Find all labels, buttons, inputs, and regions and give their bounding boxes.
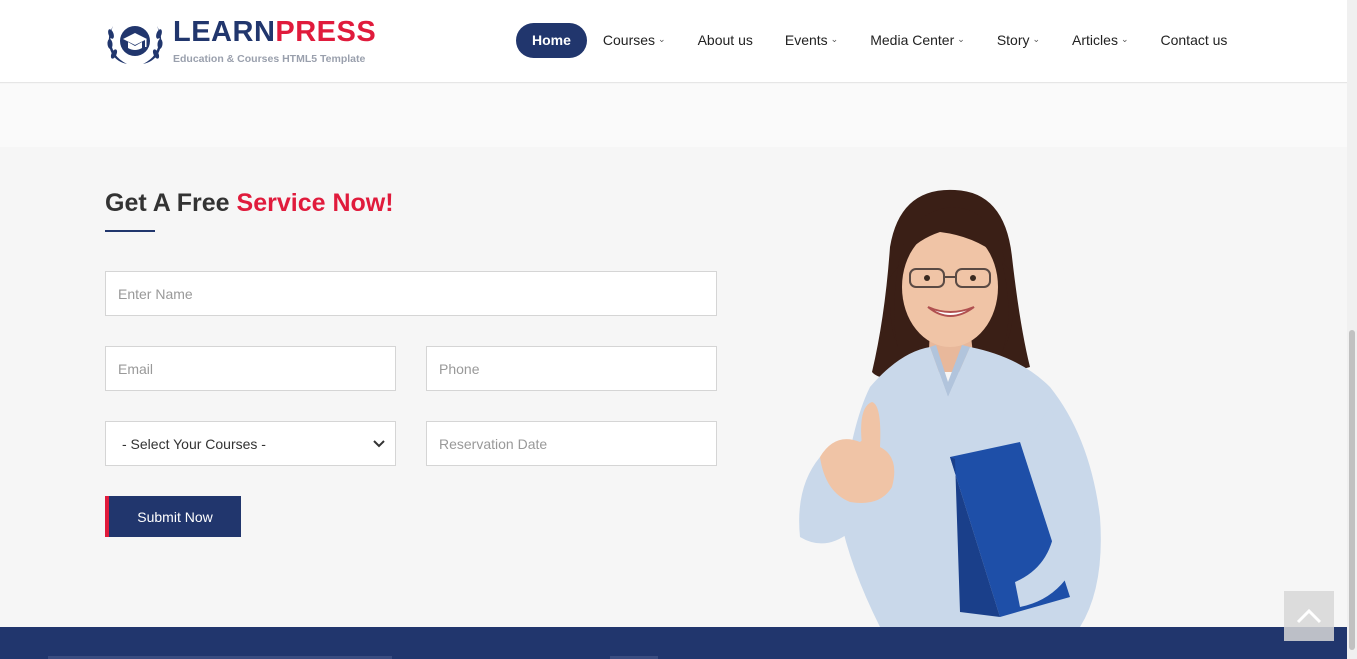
email-input[interactable] [105, 346, 396, 391]
reservation-date-input[interactable] [426, 421, 717, 466]
heading-underline [105, 230, 155, 232]
student-photo [799, 189, 1101, 627]
chevron-down-icon: ⌄ [1120, 34, 1129, 44]
nav-item-media-center[interactable]: Media Center ⌄ [854, 23, 981, 58]
chevron-down-icon: ⌄ [830, 34, 839, 44]
brand-name: LEARNPRESS [173, 15, 377, 48]
chevron-down-icon: ⌄ [658, 34, 666, 44]
graduation-cap-laurel-icon [107, 26, 163, 64]
submit-button-label: Submit Now [137, 508, 213, 525]
nav-item-label: Articles [1072, 32, 1118, 48]
nav-item-label: Home [532, 32, 571, 48]
nav-item-courses[interactable]: Courses ⌄ [587, 23, 682, 58]
main-nav: Home Courses ⌄ About us Events ⌄ Media Cen… [516, 23, 1243, 58]
heading-text: Get A Free [105, 189, 230, 217]
section-heading: Get A Free Service Now! [105, 189, 394, 218]
nav-item-home[interactable]: Home [516, 23, 587, 58]
nav-item-contact-us[interactable]: Contact us [1145, 23, 1244, 58]
brand-tagline: Education & Courses HTML5 Template [173, 52, 366, 65]
page-scrollbar[interactable] [1347, 0, 1357, 659]
nav-item-events[interactable]: Events ⌄ [769, 23, 854, 58]
chevron-up-icon [1296, 608, 1322, 624]
chevron-down-icon: ⌄ [957, 34, 965, 44]
submit-button[interactable]: Submit Now [105, 496, 241, 537]
nav-item-label: About us [697, 32, 753, 48]
site-header: LEARNPRESS Education & Courses HTML5 Tem… [0, 0, 1347, 83]
footer-band [0, 627, 1347, 659]
nav-item-label: Media Center [870, 32, 955, 48]
free-service-section: Get A Free Service Now! - Select Your Co… [0, 147, 1347, 627]
nav-item-label: Courses [602, 32, 656, 48]
back-to-top-button[interactable] [1284, 591, 1334, 641]
course-select[interactable]: - Select Your Courses - [105, 421, 396, 466]
scrollbar-thumb[interactable] [1349, 330, 1355, 650]
nav-item-story[interactable]: Story ⌄ [981, 23, 1056, 58]
name-input[interactable] [105, 271, 717, 316]
heading-accent: Service Now! [236, 189, 394, 217]
logo[interactable]: LEARNPRESS Education & Courses HTML5 Tem… [105, 14, 376, 68]
chevron-down-icon: ⌄ [1032, 34, 1041, 44]
nav-item-articles[interactable]: Articles ⌄ [1056, 23, 1144, 58]
brand-name-part1: LEARN [173, 15, 276, 48]
nav-item-label: Story [996, 32, 1030, 48]
brand-name-part2: PRESS [275, 15, 377, 48]
nav-item-label: Contact us [1160, 32, 1228, 48]
header-spacer-band [0, 84, 1347, 147]
course-select-value: - Select Your Courses - [122, 435, 266, 452]
chevron-down-icon [373, 439, 385, 447]
nav-item-label: Events [784, 32, 828, 48]
nav-item-about-us[interactable]: About us [682, 23, 769, 58]
phone-input[interactable] [426, 346, 717, 391]
